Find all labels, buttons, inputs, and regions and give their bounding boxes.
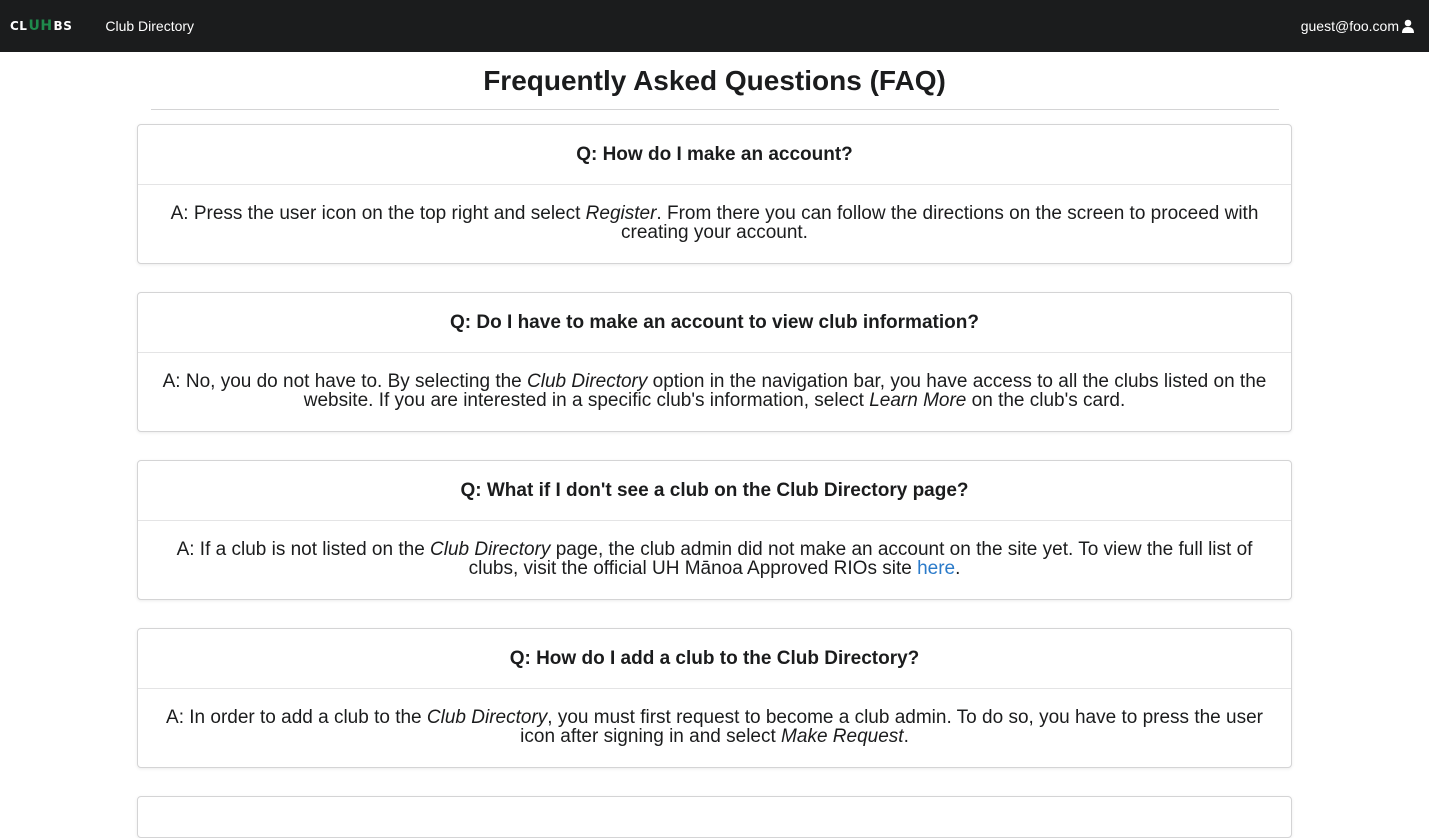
answer-text: A: If a club is not listed on the xyxy=(176,539,431,560)
faq-question: Q: Do I have to make an account to view … xyxy=(138,293,1291,353)
answer-text: page, the club admin did not make an acc… xyxy=(468,539,1253,579)
answer-emphasis: Register xyxy=(585,203,657,224)
faq-answer: A: If a club is not listed on the Club D… xyxy=(138,521,1291,599)
navbar-left: CL UH BS Club Directory xyxy=(10,16,194,36)
answer-emphasis: Club Directory xyxy=(430,539,551,560)
clubs-logo[interactable]: CL UH BS xyxy=(10,16,72,36)
answer-text: A: No, you do not have to. By selecting … xyxy=(162,371,528,392)
user-email: guest@foo.com xyxy=(1300,18,1399,34)
page-title: Frequently Asked Questions (FAQ) xyxy=(483,65,946,96)
answer-emphasis: Club Directory xyxy=(527,371,648,392)
faq-answer: A: Press the user icon on the top right … xyxy=(138,185,1291,263)
logo-text-right: BS xyxy=(53,19,73,33)
faq-card-partial xyxy=(137,796,1292,838)
answer-emphasis: Make Request xyxy=(781,726,904,747)
nav-club-directory-link[interactable]: Club Directory xyxy=(105,18,194,34)
title-divider xyxy=(150,109,1279,110)
answer-text: on the club's card. xyxy=(966,390,1126,411)
faq-card: Q: What if I don't see a club on the Clu… xyxy=(137,460,1292,600)
logo-text-mid: UH xyxy=(28,18,53,34)
rios-here-link[interactable]: here xyxy=(917,558,955,579)
faq-question: Q: How do I make an account? xyxy=(138,125,1291,185)
faq-card: Q: How do I add a club to the Club Direc… xyxy=(137,628,1292,768)
faq-question: Q: How do I add a club to the Club Direc… xyxy=(138,629,1291,689)
user-icon xyxy=(1402,19,1414,33)
user-menu[interactable]: guest@foo.com xyxy=(1301,18,1415,34)
logo-text-left: CL xyxy=(10,19,28,33)
faq-question: Q: What if I don't see a club on the Clu… xyxy=(138,461,1291,521)
faq-card: Q: How do I make an account? A: Press th… xyxy=(137,124,1292,264)
answer-text: A: Press the user icon on the top right … xyxy=(170,203,586,224)
answer-text: . From there you can follow the directio… xyxy=(621,203,1259,243)
answer-text: . xyxy=(955,558,961,579)
answer-text: A: In order to add a club to the xyxy=(166,707,427,728)
faq-answer: A: In order to add a club to the Club Di… xyxy=(138,689,1291,767)
answer-emphasis: Learn More xyxy=(869,390,967,411)
top-navbar: CL UH BS Club Directory guest@foo.com xyxy=(0,0,1429,52)
faq-list: Q: How do I make an account? A: Press th… xyxy=(137,124,1292,838)
faq-card: Q: Do I have to make an account to view … xyxy=(137,292,1292,432)
answer-emphasis: Club Directory xyxy=(426,707,548,728)
answer-text: . xyxy=(903,726,909,747)
faq-answer: A: No, you do not have to. By selecting … xyxy=(138,353,1291,431)
